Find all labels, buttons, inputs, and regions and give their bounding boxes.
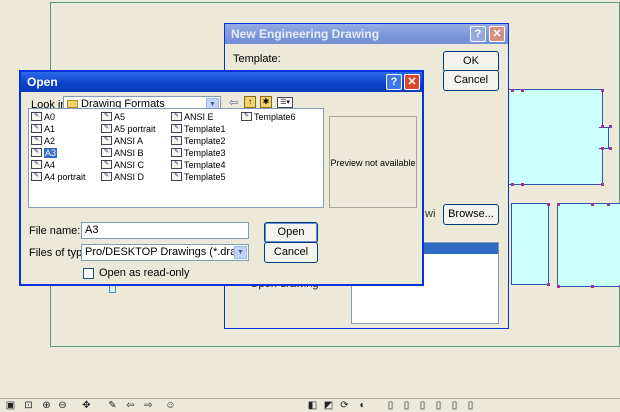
file-list[interactable]: ✎ A0 ✎ A1 ✎ A2 ✎ A3 ✎ A4 ✎ A4 portrait ✎ A5 ✎ A5…	[28, 108, 324, 208]
sketch-icon[interactable]: ✎	[106, 400, 119, 412]
part-view-right	[557, 203, 620, 287]
tool-a-icon[interactable]: ▯	[384, 400, 397, 412]
close-icon[interactable]: ✕	[489, 26, 505, 42]
read-only-checkbox[interactable]	[83, 268, 94, 279]
file-item[interactable]: ✎ A5	[101, 111, 125, 123]
tool-d-icon[interactable]: ▯	[432, 400, 445, 412]
tool-f-icon[interactable]: ▯	[464, 400, 477, 412]
file-item[interactable]: ✎ A0	[31, 111, 55, 123]
open-button[interactable]: Open	[264, 222, 318, 243]
template-label: Template:	[233, 53, 281, 65]
pan-icon[interactable]: ✥	[80, 400, 93, 412]
drawing-file-icon: ✎	[171, 148, 182, 157]
folder-icon	[67, 100, 78, 108]
drawing-file-icon: ✎	[31, 160, 42, 169]
open-title: Open	[27, 75, 58, 89]
files-of-type-select[interactable]: Pro/DESKTOP Drawings (*.dra) ▼	[81, 244, 249, 261]
zoom-in-icon[interactable]: ⊕	[40, 400, 53, 412]
file-item[interactable]: ✎ Template6	[241, 111, 296, 123]
drawing-file-icon: ✎	[171, 160, 182, 169]
file-item[interactable]: ✎ A5 portrait	[101, 123, 156, 135]
file-item[interactable]: ✎ Template4	[171, 159, 226, 171]
ok-button[interactable]: OK	[443, 51, 499, 72]
browse-button[interactable]: Browse...	[443, 204, 499, 225]
drawing-file-icon: ✎	[101, 136, 112, 145]
read-only-label: Open as read-only	[99, 267, 190, 279]
file-name-label: File name:	[29, 225, 81, 237]
file-item[interactable]: ✎ Template1	[171, 123, 226, 135]
file-item[interactable]: ✎ A4 portrait	[31, 171, 86, 183]
part-view-left	[511, 203, 549, 285]
preview-pane: Preview not available	[329, 116, 417, 208]
file-item[interactable]: ✎ ANSI A	[101, 135, 143, 147]
file-item-selected[interactable]: ✎ A3	[31, 147, 58, 159]
file-item[interactable]: ✎ ANSI D	[101, 171, 144, 183]
drawing-file-icon: ✎	[31, 172, 42, 181]
drawing-file-icon: ✎	[31, 112, 42, 121]
drawing-file-icon: ✎	[31, 136, 42, 145]
file-item[interactable]: ✎ ANSI E	[171, 111, 214, 123]
up-folder-icon[interactable]: ↑	[244, 96, 256, 108]
drawing-file-icon: ✎	[171, 124, 182, 133]
tool-b-icon[interactable]: ▯	[400, 400, 413, 412]
file-item[interactable]: ✎ ANSI C	[101, 159, 144, 171]
views-menu-icon[interactable]: ☰▾	[277, 97, 293, 108]
shade-icon[interactable]: ◐	[356, 400, 369, 412]
help-icon[interactable]: ?	[470, 26, 486, 42]
zoom-window-icon[interactable]: ⊡	[22, 400, 35, 412]
file-item[interactable]: ✎ A4	[31, 159, 55, 171]
open-dialog: Open ? ✕ Look in: Drawing Formats ▼ ⇦ ↑ …	[19, 70, 424, 286]
close-icon[interactable]: ✕	[404, 74, 420, 90]
chevron-down-icon[interactable]: ▼	[234, 246, 247, 259]
file-item[interactable]: ✎ ANSI B	[101, 147, 144, 159]
partial-label: wi	[425, 208, 436, 220]
new-folder-icon[interactable]: ✱	[260, 96, 272, 108]
file-item[interactable]: ✎ A2	[31, 135, 55, 147]
drawing-file-icon: ✎	[31, 124, 42, 133]
select-tool-icon[interactable]: ▣	[4, 400, 17, 412]
drawing-file-icon: ✎	[101, 160, 112, 169]
origin-marker	[109, 285, 116, 293]
file-name-input[interactable]: A3	[81, 222, 249, 239]
view-cube-icon[interactable]: ◧	[306, 400, 319, 412]
drawing-file-icon: ✎	[241, 112, 252, 121]
tool-e-icon[interactable]: ▯	[448, 400, 461, 412]
help-icon[interactable]: ?	[386, 74, 402, 90]
open-titlebar: Open ? ✕	[21, 72, 422, 92]
files-of-type-value: Pro/DESKTOP Drawings (*.dra)	[85, 246, 240, 258]
rotate-icon[interactable]: ⟳	[338, 400, 351, 412]
new-drawing-cancel-button[interactable]: Cancel	[443, 70, 499, 91]
drawing-file-icon: ✎	[171, 136, 182, 145]
smiley-icon[interactable]: ☺	[164, 400, 177, 412]
file-item[interactable]: ✎ A1	[31, 123, 55, 135]
drawing-file-icon: ✎	[101, 148, 112, 157]
file-item[interactable]: ✎ Template3	[171, 147, 226, 159]
drawing-file-icon: ✎	[101, 112, 112, 121]
part-notch	[599, 127, 609, 149]
zoom-out-icon[interactable]: ⊖	[56, 400, 69, 412]
back-arrow-icon[interactable]: ⇦	[124, 400, 137, 412]
bottom-toolbar: ▣ ⊡ ⊕ ⊖ ✥ ✎ ⇦ ⇨ ☺ ◧ ◩ ⟳ ◐ ▯ ▯ ▯ ▯ ▯ ▯	[0, 398, 620, 412]
drawing-file-icon: ✎	[101, 124, 112, 133]
open-cancel-button[interactable]: Cancel	[264, 242, 318, 263]
file-item[interactable]: ✎ Template2	[171, 135, 226, 147]
tool-c-icon[interactable]: ▯	[416, 400, 429, 412]
drawing-file-icon: ✎	[101, 172, 112, 181]
new-drawing-title: New Engineering Drawing	[231, 27, 380, 41]
drawing-file-icon: ✎	[171, 172, 182, 181]
drawing-file-icon: ✎	[31, 148, 42, 157]
forward-arrow-icon[interactable]: ⇨	[142, 400, 155, 412]
drawing-file-icon: ✎	[171, 112, 182, 121]
view-cube-2-icon[interactable]: ◩	[322, 400, 335, 412]
file-item[interactable]: ✎ Template5	[171, 171, 226, 183]
new-drawing-titlebar: New Engineering Drawing ? ✕	[225, 24, 508, 44]
